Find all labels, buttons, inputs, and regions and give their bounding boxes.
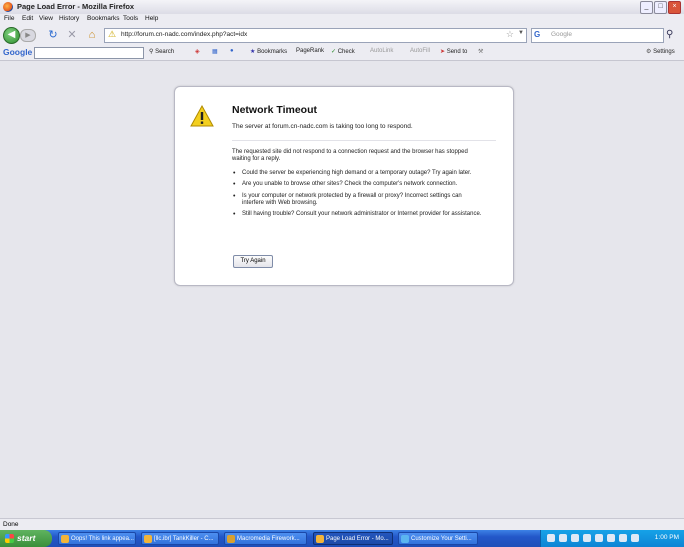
menu-bar: File Edit View History Bookmarks Tools H… <box>0 14 684 25</box>
error-short-description: The server at forum.cn-nadc.com is takin… <box>232 123 413 130</box>
home-icon[interactable]: ⌂ <box>86 29 98 41</box>
tray-icon[interactable] <box>571 534 579 542</box>
bookmark-star-icon[interactable]: ☆ <box>506 29 514 40</box>
title-bar: Page Load Error - Mozilla Firefox _ □ × <box>0 0 684 15</box>
error-long-description: The requested site did not respond to a … <box>232 149 468 163</box>
google-toolbar: Google ⚲ Search ◈ ▦ ● ★ Bookmarks PageRa… <box>0 45 684 61</box>
tray-icon[interactable] <box>559 534 567 542</box>
tray-icon[interactable] <box>547 534 555 542</box>
warning-icon <box>190 105 214 127</box>
window-icon <box>144 535 152 543</box>
pagerank-indicator: PageRank <box>296 48 325 54</box>
url-text[interactable]: http://forum.cn-nadc.com/index.php?act=i… <box>121 31 247 38</box>
minimize-button[interactable]: _ <box>640 1 653 14</box>
tray-icon[interactable] <box>607 534 615 542</box>
spell-check-button[interactable]: ✓ Check <box>331 48 355 55</box>
list-item: Could the server be experiencing high de… <box>232 170 482 178</box>
clock[interactable]: 1:00 PM <box>655 534 679 541</box>
reload-icon[interactable]: ↻ <box>47 29 59 41</box>
menu-view[interactable]: View <box>39 15 53 22</box>
send-to-button[interactable]: ➤ Send to <box>440 48 467 55</box>
google-settings-button[interactable]: ⚙ Settings <box>646 48 675 55</box>
tray-icon[interactable] <box>583 534 591 542</box>
warning-icon: ⚠ <box>108 29 117 39</box>
url-bar[interactable]: ⚠ http://forum.cn-nadc.com/index.php?act… <box>104 28 527 43</box>
search-input[interactable]: G Google <box>531 28 664 43</box>
taskbar-item[interactable]: Customize Your Setti... <box>398 532 478 545</box>
search-placeholder: Google <box>551 31 572 38</box>
google-search-button[interactable]: ⚲ Search <box>149 48 174 55</box>
error-title: Network Timeout <box>232 104 317 116</box>
taskbar-item[interactable]: Macromedia Firework... <box>224 532 307 545</box>
window-title: Page Load Error - Mozilla Firefox <box>17 2 135 11</box>
tray-icon[interactable] <box>631 534 639 542</box>
stop-icon[interactable]: ✕ <box>66 29 78 41</box>
tray-icon[interactable] <box>619 534 627 542</box>
google-news-icon[interactable]: ◈ <box>195 48 200 55</box>
divider <box>232 140 496 141</box>
google-globe-icon[interactable]: ● <box>230 48 234 54</box>
error-suggestions: Could the server be experiencing high de… <box>232 170 482 222</box>
list-item: Are you unable to browse other sites? Ch… <box>232 181 482 189</box>
search-icon[interactable]: ⚲ <box>666 29 678 41</box>
fireworks-icon <box>227 535 235 543</box>
error-card: Network Timeout The server at forum.cn-n… <box>174 86 514 286</box>
taskbar-item[interactable]: Oops! This link appea... <box>58 532 136 545</box>
ie-icon <box>401 535 409 543</box>
firefox-logo-icon <box>3 2 13 12</box>
menu-bookmarks[interactable]: Bookmarks <box>87 15 120 22</box>
autolink-button[interactable]: AutoLink <box>370 48 393 54</box>
close-button[interactable]: × <box>668 1 681 14</box>
autofill-button[interactable]: AutoFill <box>410 48 430 54</box>
google-tools-icon[interactable]: ▦ <box>212 48 218 55</box>
navigation-toolbar: ◀ ▶ ↻ ✕ ⌂ ⚠ http://forum.cn-nadc.com/ind… <box>0 25 684 46</box>
start-button[interactable]: start <box>0 530 52 547</box>
maximize-button[interactable]: □ <box>654 1 667 14</box>
list-item: Is your computer or network protected by… <box>232 193 482 208</box>
firefox-icon <box>316 535 324 543</box>
menu-edit[interactable]: Edit <box>22 15 33 22</box>
google-bookmarks-button[interactable]: ★ Bookmarks <box>250 48 287 55</box>
forward-button[interactable]: ▶ <box>20 29 36 42</box>
wrench-icon[interactable]: ⚒ <box>478 48 483 55</box>
firefox-icon <box>61 535 69 543</box>
back-button[interactable]: ◀ <box>3 27 20 44</box>
status-text: Done <box>3 521 19 528</box>
windows-logo-icon <box>5 534 14 543</box>
google-logo: Google <box>3 47 33 57</box>
menu-history[interactable]: History <box>59 15 79 22</box>
google-search-input[interactable] <box>34 47 144 59</box>
menu-help[interactable]: Help <box>145 15 158 22</box>
taskbar-item[interactable]: [llc.ibr] TankKiller - C... <box>141 532 219 545</box>
search-engine-icon[interactable]: G <box>534 30 545 40</box>
chevron-down-icon[interactable]: ▼ <box>518 30 524 36</box>
try-again-button[interactable]: Try Again <box>233 255 273 268</box>
list-item: Still having trouble? Consult your netwo… <box>232 211 482 219</box>
taskbar-item-active[interactable]: Page Load Error - Mo... <box>313 532 393 545</box>
menu-tools[interactable]: Tools <box>123 15 138 22</box>
taskbar: start Oops! This link appea... [llc.ibr]… <box>0 530 684 547</box>
tray-icon[interactable] <box>595 534 603 542</box>
system-tray: 1:00 PM <box>540 530 684 547</box>
menu-file[interactable]: File <box>4 15 14 22</box>
